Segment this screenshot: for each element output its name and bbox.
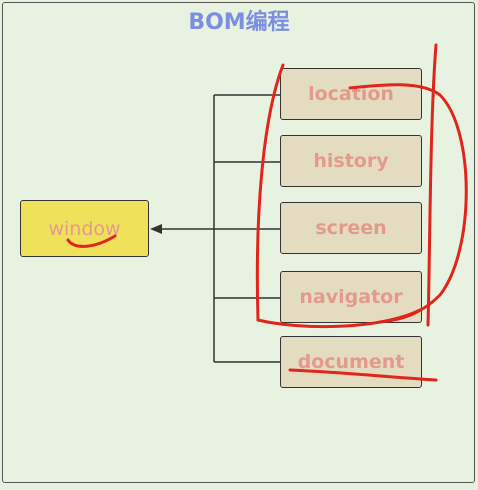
annotation-underline [288, 368, 438, 382]
annotation-strokes [66, 43, 468, 382]
annotation-loop [255, 63, 422, 329]
annotation-line [426, 43, 438, 327]
annotation-check [66, 234, 117, 248]
annotation-loop [348, 83, 468, 324]
